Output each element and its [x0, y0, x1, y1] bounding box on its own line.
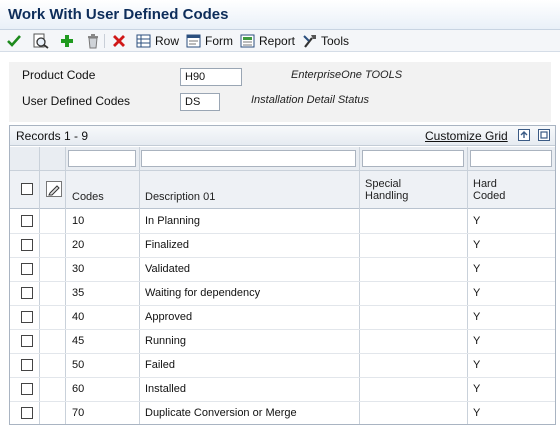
column-header-description[interactable]: Description 01 — [145, 191, 215, 203]
row-hard-coded: Y — [473, 359, 481, 371]
row-checkbox[interactable] — [21, 263, 33, 275]
row-code: 50 — [72, 359, 85, 371]
form-menu[interactable]: Form — [186, 32, 233, 50]
row-hard-coded: Y — [473, 287, 481, 299]
row-checkbox[interactable] — [21, 359, 33, 371]
table-row[interactable]: 70 Duplicate Conversion or Merge Y — [10, 402, 555, 424]
row-code: 45 — [72, 335, 85, 347]
row-hard-coded: Y — [473, 407, 481, 419]
table-row[interactable]: 35 Waiting for dependency Y — [10, 282, 555, 306]
row-hard-coded: Y — [473, 263, 481, 275]
row-code: 40 — [72, 311, 85, 323]
udc-label: User Defined Codes — [22, 94, 131, 108]
toolbar: Row Form Report Tools — [0, 30, 560, 52]
column-header-codes[interactable]: Codes — [72, 191, 104, 203]
customize-grid-link[interactable]: Customize Grid — [425, 129, 508, 143]
select-all-checkbox[interactable] — [21, 183, 33, 195]
row-code: 10 — [72, 215, 85, 227]
table-row[interactable]: 60 Installed Y — [10, 378, 555, 402]
tools-menu[interactable]: Tools — [302, 32, 349, 50]
form-icon — [186, 34, 201, 48]
criteria-panel: Product Code EnterpriseOne TOOLS User De… — [9, 62, 551, 122]
product-code-description: EnterpriseOne TOOLS — [291, 69, 403, 81]
qbe-special-handling-input[interactable] — [362, 150, 464, 167]
row-description: Waiting for dependency — [145, 287, 261, 299]
row-code: 70 — [72, 407, 85, 419]
qbe-description-input[interactable] — [141, 150, 356, 167]
qbe-codes-input[interactable] — [68, 150, 136, 167]
row-checkbox[interactable] — [21, 215, 33, 227]
add-button[interactable] — [59, 32, 75, 50]
window-title: Work With User Defined Codes — [8, 6, 229, 23]
column-header-special-line1[interactable]: Special — [365, 178, 401, 190]
tools-menu-label: Tools — [321, 34, 350, 48]
grid-header: Records 1 - 9 Customize Grid — [10, 126, 555, 146]
table-row[interactable]: 20 Finalized Y — [10, 234, 555, 258]
close-button[interactable] — [111, 32, 127, 50]
row-checkbox[interactable] — [21, 311, 33, 323]
row-code: 60 — [72, 383, 85, 395]
records-count: Records 1 - 9 — [16, 129, 89, 143]
toolbar-separator — [104, 34, 105, 48]
row-description: Installed — [145, 383, 186, 395]
row-description: Approved — [145, 311, 193, 323]
row-description: Duplicate Conversion or Merge — [145, 407, 297, 419]
row-checkbox[interactable] — [21, 239, 33, 251]
maximize-grid-icon[interactable] — [538, 129, 550, 141]
checkmark-icon — [7, 35, 21, 47]
qbe-filter-row — [10, 147, 555, 171]
row-hard-coded: Y — [473, 383, 481, 395]
edit-pencil-icon[interactable] — [46, 181, 62, 197]
column-header-hard-line2[interactable]: Coded — [473, 190, 505, 202]
product-code-label: Product Code — [22, 68, 96, 82]
row-hard-coded: Y — [473, 311, 481, 323]
export-icon[interactable] — [518, 129, 530, 141]
row-description: Failed — [145, 359, 175, 371]
report-menu-label: Report — [259, 34, 296, 48]
find-icon — [33, 33, 49, 49]
find-button[interactable] — [32, 32, 49, 50]
trash-icon — [88, 34, 98, 49]
udc-description: Installation Detail Status — [251, 94, 370, 106]
report-icon — [240, 34, 255, 48]
row-code: 30 — [72, 263, 85, 275]
row-hard-coded: Y — [473, 239, 481, 251]
row-description: Validated — [145, 263, 191, 275]
column-header-hard-line1[interactable]: Hard — [473, 178, 497, 190]
title-bar: Work With User Defined Codes — [0, 0, 560, 30]
table-row[interactable]: 40 Approved Y — [10, 306, 555, 330]
report-menu[interactable]: Report — [240, 32, 295, 50]
row-checkbox[interactable] — [21, 335, 33, 347]
form-menu-label: Form — [205, 34, 233, 48]
table-row[interactable]: 50 Failed Y — [10, 354, 555, 378]
row-checkbox[interactable] — [21, 287, 33, 299]
row-menu-label: Row — [155, 34, 180, 48]
row-code: 35 — [72, 287, 85, 299]
table-row[interactable]: 45 Running Y — [10, 330, 555, 354]
records-grid: Records 1 - 9 Customize Grid Codes Descr… — [9, 125, 556, 425]
row-hard-coded: Y — [473, 215, 481, 227]
row-checkbox[interactable] — [21, 407, 33, 419]
qbe-hard-coded-input[interactable] — [470, 150, 552, 167]
select-button[interactable] — [6, 32, 22, 50]
delete-button[interactable] — [85, 32, 101, 50]
row-hard-coded: Y — [473, 335, 481, 347]
table-row[interactable]: 10 In Planning Y — [10, 210, 555, 234]
tools-icon — [303, 35, 316, 48]
row-description: In Planning — [145, 215, 201, 227]
red-x-icon — [113, 35, 125, 47]
row-grid-icon — [136, 34, 151, 48]
column-header-special-line2[interactable]: Handling — [365, 190, 408, 202]
product-code-field[interactable] — [180, 68, 242, 86]
row-description: Finalized — [145, 239, 190, 251]
row-menu[interactable]: Row — [136, 32, 179, 50]
udc-field[interactable] — [180, 93, 220, 111]
row-checkbox[interactable] — [21, 383, 33, 395]
row-code: 20 — [72, 239, 85, 251]
row-description: Running — [145, 335, 186, 347]
table-row[interactable]: 30 Validated Y — [10, 258, 555, 282]
plus-icon — [61, 35, 73, 47]
column-header-row: Codes Description 01 Special Handling Ha… — [10, 171, 555, 209]
